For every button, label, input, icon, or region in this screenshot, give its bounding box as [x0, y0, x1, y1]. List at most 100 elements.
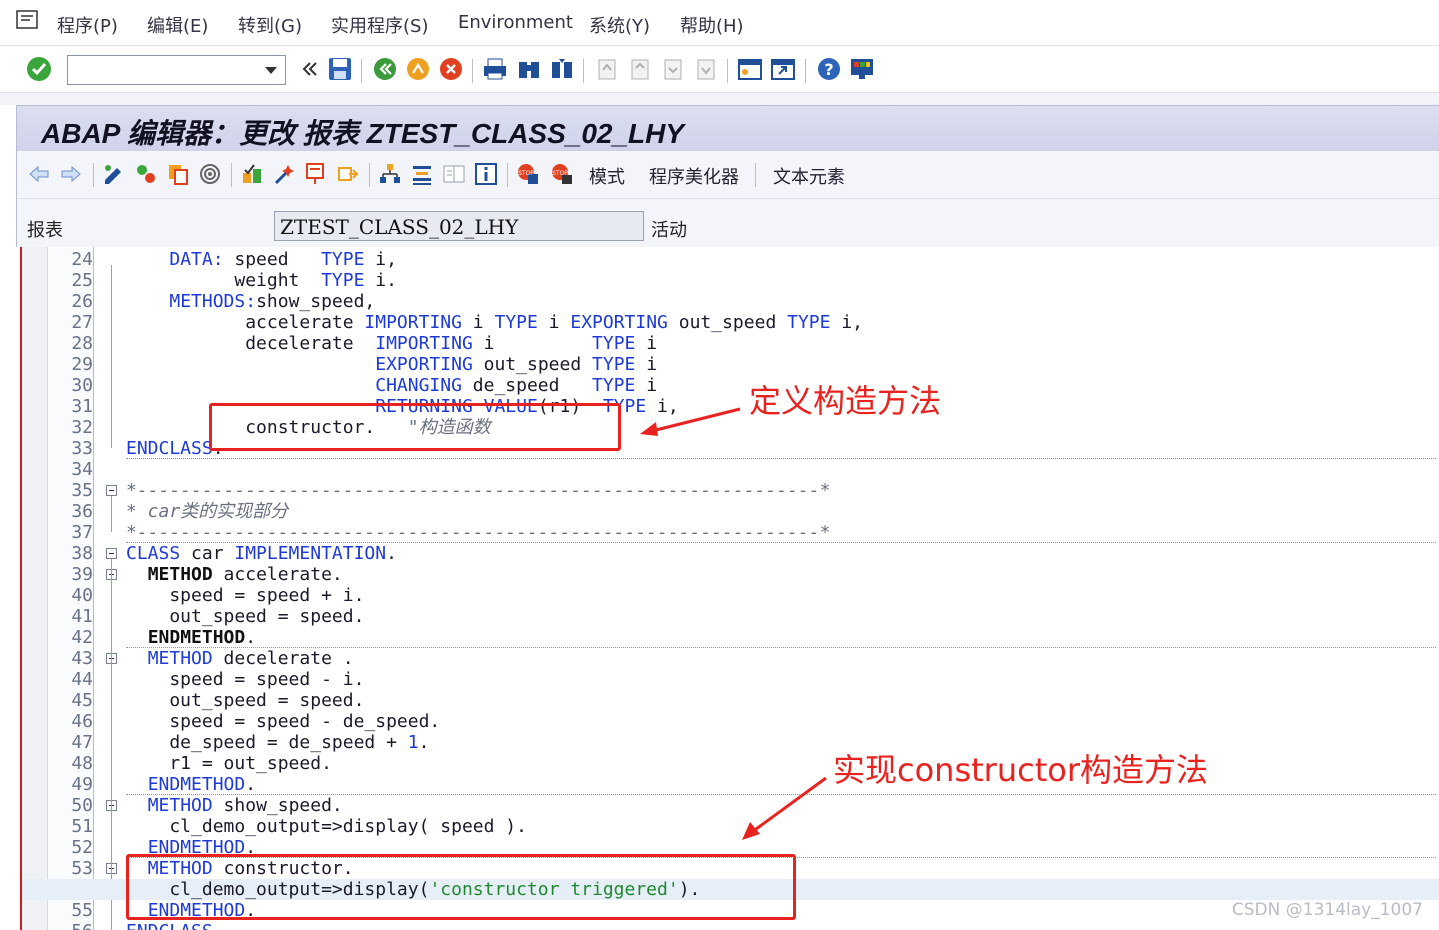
line-number: 27	[71, 312, 93, 333]
code-line[interactable]: out_speed = speed.	[126, 606, 364, 627]
code-line[interactable]: ENDMETHOD.	[126, 774, 256, 795]
test-icon[interactable]	[304, 162, 328, 186]
application-toolbar: STOP STOP 模式 程序美化器 文本元素	[16, 151, 1439, 199]
display-change-icon[interactable]	[102, 162, 126, 186]
find-next-icon[interactable]	[549, 56, 575, 82]
code-line[interactable]: speed = speed - i.	[126, 669, 364, 690]
code-line[interactable]: METHOD accelerate.	[126, 564, 343, 585]
collapse-icon[interactable]	[296, 56, 322, 82]
execute-icon[interactable]	[336, 162, 360, 186]
other-object-icon[interactable]	[166, 162, 190, 186]
code-line[interactable]: accelerate IMPORTING i TYPE i EXPORTING …	[126, 312, 863, 333]
save-icon[interactable]	[327, 56, 353, 82]
code-line[interactable]: METHODS:show_speed,	[126, 291, 375, 312]
active-inactive-icon[interactable]	[134, 162, 158, 186]
code-text: decelerate .	[212, 648, 354, 669]
code-line[interactable]: EXPORTING out_speed TYPE i	[126, 354, 657, 375]
breakpoint-external-icon[interactable]: STOP	[550, 162, 574, 186]
text-elements-button[interactable]: 文本元素	[773, 163, 845, 189]
code-line[interactable]: speed = speed + i.	[126, 585, 364, 606]
code-line[interactable]: METHOD show_speed.	[126, 795, 343, 816]
cancel-icon[interactable]	[438, 56, 464, 82]
check-icon[interactable]	[240, 162, 264, 186]
code-line[interactable]: *---------------------------------------…	[126, 522, 830, 543]
code-text: i	[635, 375, 658, 396]
code-area[interactable]: DATA: speed TYPE i, weight TYPE i. METHO…	[22, 247, 1439, 930]
object-list-icon[interactable]	[378, 162, 402, 186]
pattern-button[interactable]: 模式	[589, 163, 625, 189]
print-icon[interactable]	[482, 56, 508, 82]
code-line[interactable]: ENDCLASS.	[126, 921, 224, 930]
code-keyword: DATA:	[169, 249, 224, 270]
code-line[interactable]: *---------------------------------------…	[126, 480, 830, 501]
line-number: 52	[71, 837, 93, 858]
line-number: 36	[71, 501, 93, 522]
fullscreen-icon[interactable]	[442, 162, 466, 186]
menu-system[interactable]: 系统(Y)	[589, 12, 650, 38]
back-icon[interactable]	[372, 56, 398, 82]
code-line[interactable]: * car类的实现部分	[126, 501, 288, 522]
code-line[interactable]: cl_demo_output=>display( speed ).	[126, 816, 527, 837]
line-number: 51	[71, 816, 93, 837]
help-icon[interactable]: ?	[816, 56, 842, 82]
toolbar-separator	[472, 59, 473, 83]
info-icon[interactable]	[474, 162, 498, 186]
previous-page-icon[interactable]	[627, 56, 653, 82]
last-page-icon[interactable]	[693, 56, 719, 82]
shortcut-icon[interactable]	[770, 56, 796, 82]
command-field[interactable]	[67, 55, 286, 85]
program-header: 报表 ZTEST_CLASS_02_LHY 活动	[16, 199, 1439, 247]
exit-icon[interactable]	[405, 56, 431, 82]
activate-icon[interactable]	[272, 162, 296, 186]
sap-menu-icon[interactable]	[16, 10, 38, 30]
toolbar-separator	[805, 59, 806, 83]
menu-program[interactable]: 程序(P)	[57, 12, 118, 38]
menu-help[interactable]: 帮助(H)	[680, 12, 744, 38]
menu-edit[interactable]: 编辑(E)	[147, 12, 208, 38]
enter-icon[interactable]	[26, 56, 52, 82]
fold-toggle-icon[interactable]	[106, 548, 117, 559]
line-number: 49	[71, 774, 93, 795]
code-editor[interactable]: 24 25 26 27 28 29 30 31 32 33 34 35 36 37 38 39 40 41 42 43…	[20, 247, 1439, 930]
code-line[interactable]: r1 = out_speed.	[126, 753, 332, 774]
find-icon[interactable]	[516, 56, 542, 82]
line-number: 42	[71, 627, 93, 648]
layout-icon[interactable]	[849, 56, 875, 82]
code-line[interactable]: CHANGING de_speed TYPE i	[126, 375, 657, 396]
code-text: i	[635, 333, 658, 354]
code-line[interactable]: METHOD decelerate .	[126, 648, 354, 669]
arrow-right-icon[interactable]	[59, 162, 83, 186]
code-line[interactable]: weight TYPE i.	[126, 270, 397, 291]
code-text: show_speed,	[256, 291, 376, 312]
code-line[interactable]: decelerate IMPORTING i TYPE i	[126, 333, 657, 354]
menu-environment[interactable]: Environment	[458, 12, 573, 33]
line-number: 46	[71, 711, 93, 732]
pretty-printer-button[interactable]: 程序美化器	[649, 163, 739, 189]
fold-toggle-icon[interactable]	[106, 485, 117, 496]
code-line[interactable]: ENDMETHOD.	[126, 627, 256, 648]
navigation-window-icon[interactable]	[410, 162, 434, 186]
code-line[interactable]: de_speed = de_speed + 1.	[126, 732, 429, 753]
code-keyword: METHOD	[147, 795, 213, 816]
code-keyword: CHANGING	[375, 375, 462, 396]
code-keyword: METHOD	[147, 648, 213, 669]
code-line[interactable]: CLASS car IMPLEMENTATION.	[126, 543, 397, 564]
where-used-icon[interactable]	[198, 162, 222, 186]
code-text: out_speed	[667, 312, 788, 333]
new-session-icon[interactable]	[737, 56, 763, 82]
menu-goto[interactable]: 转到(G)	[238, 12, 302, 38]
code-line[interactable]: DATA: speed TYPE i,	[126, 249, 397, 270]
breakpoint-session-icon[interactable]: STOP	[516, 162, 540, 186]
code-line[interactable]: out_speed = speed.	[126, 690, 364, 711]
arrow-left-icon[interactable]	[27, 162, 51, 186]
code-keyword: TYPE	[321, 270, 365, 291]
line-number: 55	[71, 900, 93, 921]
code-text: decelerate	[126, 333, 376, 354]
first-page-icon[interactable]	[594, 56, 620, 82]
fold-guide	[111, 811, 112, 847]
menu-utilities[interactable]: 实用程序(S)	[331, 12, 428, 38]
code-line[interactable]: speed = speed - de_speed.	[126, 711, 440, 732]
command-dropdown-icon[interactable]	[265, 67, 277, 74]
next-page-icon[interactable]	[660, 56, 686, 82]
